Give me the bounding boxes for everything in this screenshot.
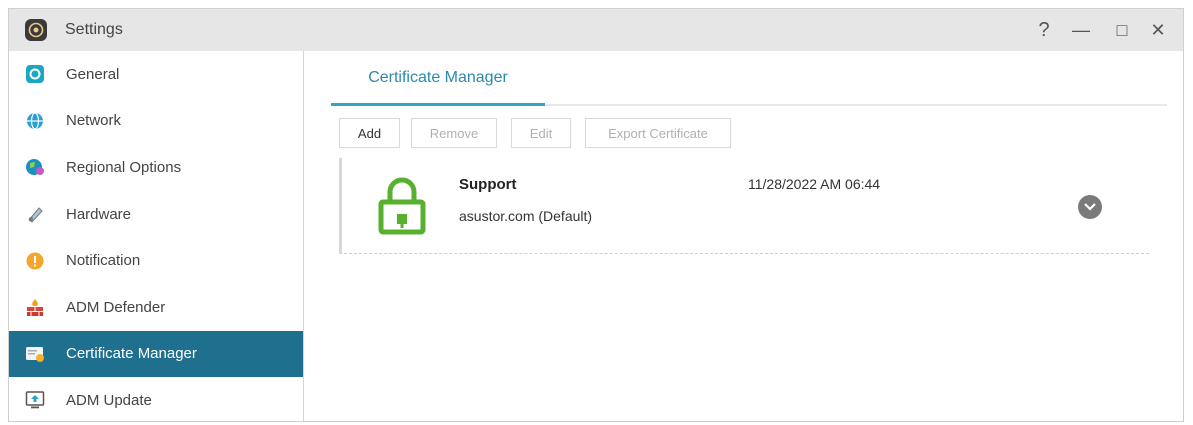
tab-bar: Certificate Manager <box>331 51 1167 106</box>
hardware-icon <box>25 204 45 224</box>
expand-chevron-icon[interactable] <box>1078 195 1102 219</box>
sidebar-item-label: Network <box>66 112 122 130</box>
window-title: Settings <box>65 21 123 38</box>
remove-button[interactable]: Remove <box>411 118 497 148</box>
main-panel: Certificate Manager Add Remove Edit Expo… <box>305 51 1183 421</box>
globe-pin-icon <box>25 157 45 177</box>
edit-button[interactable]: Edit <box>511 118 571 148</box>
minimize-button[interactable]: — <box>1068 17 1094 43</box>
sidebar-item-label: Hardware <box>66 205 132 223</box>
firewall-icon <box>25 297 45 317</box>
certificate-domain: asustor.com (Default) <box>459 208 593 224</box>
title-bar: Settings ? — □ ✕ <box>9 9 1183 51</box>
settings-window: Settings ? — □ ✕ General Network Regiona… <box>8 8 1184 422</box>
export-certificate-button[interactable]: Export Certificate <box>585 118 731 148</box>
tab-certificate-manager[interactable]: Certificate Manager <box>331 51 545 106</box>
sidebar-item-certificate-manager[interactable]: Certificate Manager <box>9 330 303 378</box>
close-button[interactable]: ✕ <box>1145 17 1171 43</box>
sidebar-item-network[interactable]: Network <box>9 98 303 145</box>
sidebar-item-label: ADM Defender <box>66 298 166 316</box>
help-button[interactable]: ? <box>1031 17 1057 43</box>
sidebar-item-regional-options[interactable]: Regional Options <box>9 144 303 191</box>
certificate-name: Support <box>459 176 517 193</box>
certificate-row[interactable]: Support asustor.com (Default) 11/28/2022… <box>339 158 1149 254</box>
sidebar-item-notification[interactable]: Notification <box>9 237 303 284</box>
certificate-date: 11/28/2022 AM 06:44 <box>748 176 881 192</box>
globe-icon <box>25 111 45 131</box>
sidebar-item-label: General <box>66 65 120 83</box>
alert-icon <box>25 251 45 271</box>
active-tab-indicator <box>331 103 545 106</box>
add-button[interactable]: Add <box>339 118 400 148</box>
sidebar-item-label: Regional Options <box>66 158 182 176</box>
sidebar-item-adm-defender[interactable]: ADM Defender <box>9 284 303 331</box>
tab-label: Certificate Manager <box>368 68 508 86</box>
sidebar-item-general[interactable]: General <box>9 51 303 98</box>
settings-app-icon <box>25 19 47 41</box>
sidebar-item-hardware[interactable]: Hardware <box>9 191 303 238</box>
sidebar-item-label: Certificate Manager <box>66 345 197 363</box>
sidebar-item-adm-update[interactable]: ADM Update <box>9 377 303 424</box>
sidebar-item-label: ADM Update <box>66 391 152 409</box>
lock-icon <box>378 176 426 241</box>
certificate-icon <box>25 344 45 364</box>
general-icon <box>25 64 45 84</box>
sidebar: General Network Regional Options Hardwar… <box>9 51 304 421</box>
sidebar-item-label: Notification <box>66 252 141 270</box>
maximize-button[interactable]: □ <box>1109 17 1135 43</box>
update-icon <box>25 390 45 410</box>
